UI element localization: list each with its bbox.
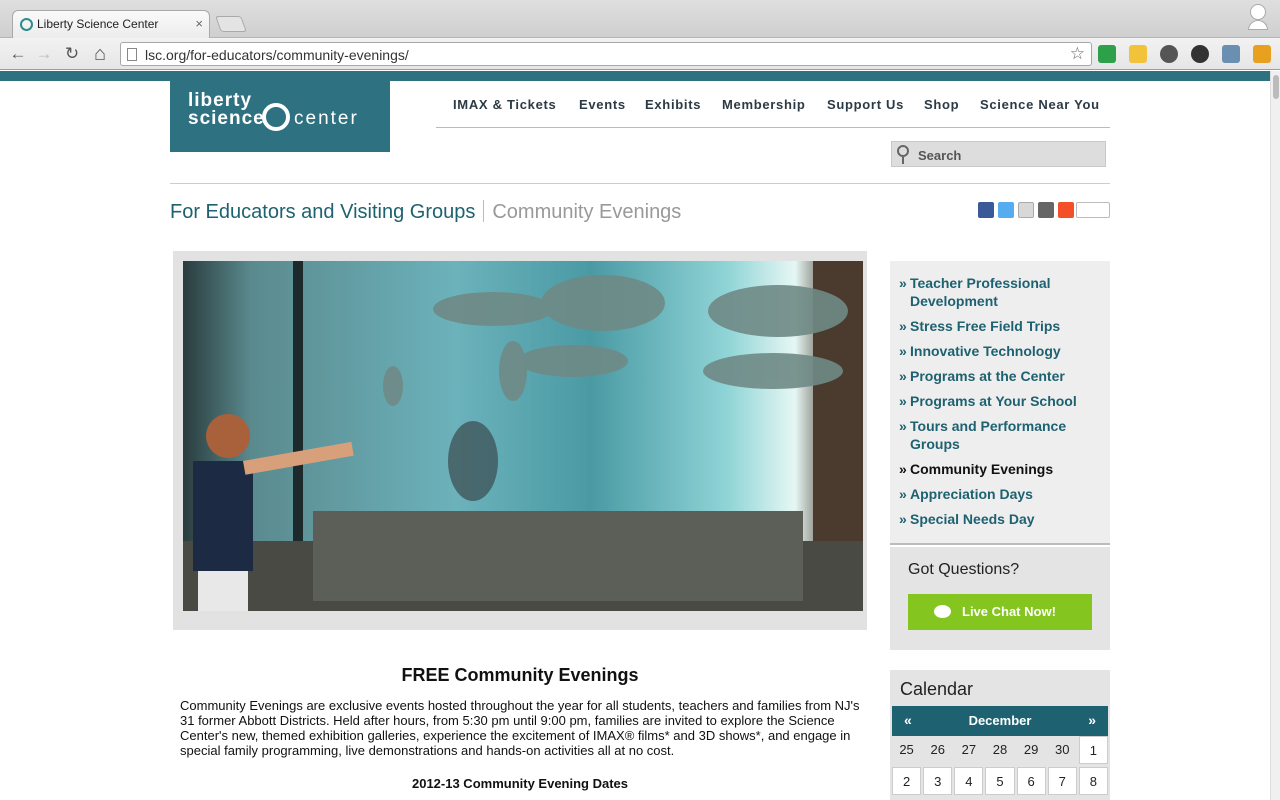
page-scrollbar[interactable] — [1270, 71, 1280, 800]
addthis-icon[interactable] — [1058, 202, 1074, 218]
site-favicon-icon — [20, 18, 33, 31]
page-icon — [127, 48, 137, 61]
sidebar-item-stress-free-field-trips[interactable]: » Stress Free Field Trips — [899, 317, 1100, 335]
calendar-day[interactable]: 2 — [892, 767, 922, 795]
content-heading: FREE Community Evenings — [401, 665, 639, 685]
calendar-day[interactable]: 27 — [954, 736, 983, 764]
extension-camera-icon[interactable] — [1222, 45, 1240, 63]
tab-close-icon[interactable]: × — [195, 16, 203, 31]
forward-button[interactable]: → — [34, 44, 54, 64]
calendar-prev-button[interactable]: « — [904, 712, 912, 728]
print-icon[interactable] — [1038, 202, 1054, 218]
nav-shop[interactable]: Shop — [924, 97, 959, 112]
address-url[interactable]: lsc.org/for-educators/community-evenings… — [145, 47, 409, 63]
aquarium-photo — [183, 261, 863, 611]
chat-bubble-icon — [934, 605, 951, 618]
settings-gear-icon[interactable] — [1160, 45, 1178, 63]
calendar-day[interactable]: 26 — [923, 736, 952, 764]
sidebar-item-community-evenings[interactable]: » Community Evenings — [899, 460, 1100, 478]
site-search-input[interactable]: Search — [891, 141, 1106, 167]
site-logo[interactable]: liberty science center — [170, 81, 390, 152]
dates-heading: 2012-13 Community Evening Dates — [411, 776, 629, 791]
address-bar[interactable]: lsc.org/for-educators/community-evenings… — [120, 42, 1092, 66]
sidebar-item-appreciation-days[interactable]: » Appreciation Days — [899, 485, 1100, 503]
calendar-day[interactable]: 1 — [1078, 736, 1108, 764]
extension-circle-icon[interactable] — [1191, 45, 1209, 63]
nav-exhibits[interactable]: Exhibits — [645, 97, 701, 112]
breadcrumb-section-link[interactable]: For Educators and Visiting Groups — [170, 201, 475, 223]
home-button[interactable]: ⌂ — [90, 44, 110, 64]
browser-tabstrip: Liberty Science Center × — [0, 0, 1280, 38]
reload-button[interactable]: ↻ — [62, 44, 82, 64]
extension-folder-icon[interactable] — [1129, 45, 1147, 63]
browser-toolbar: ← → ↻ ⌂ lsc.org/for-educators/community-… — [0, 38, 1280, 70]
nav-support-us[interactable]: Support Us — [827, 97, 904, 112]
nav-imax-tickets[interactable]: IMAX & Tickets — [453, 97, 556, 112]
browser-menu-icon[interactable] — [1253, 45, 1271, 63]
calendar-day[interactable]: 3 — [923, 767, 953, 795]
breadcrumb: For Educators and Visiting Groups Communi… — [170, 200, 681, 224]
sidebar-item-innovative-technology[interactable]: » Innovative Technology — [899, 342, 1100, 360]
calendar-header: December « » — [892, 706, 1108, 736]
sidebar-item-programs-at-your-school[interactable]: » Programs at Your School — [899, 392, 1100, 410]
content-paragraph: Community Evenings are exclusive events … — [180, 698, 860, 758]
profile-icon[interactable] — [1248, 4, 1268, 32]
logo-ring-icon — [262, 103, 290, 131]
tab-title: Liberty Science Center — [37, 17, 159, 31]
share-counter — [1076, 202, 1110, 218]
search-placeholder: Search — [918, 148, 962, 163]
section-sidebar-nav: » Teacher Professional Development » Stres… — [890, 261, 1110, 545]
calendar-day[interactable]: 8 — [1078, 767, 1108, 795]
twitter-icon[interactable] — [998, 202, 1014, 218]
calendar-day[interactable]: 5 — [985, 767, 1015, 795]
search-icon — [897, 145, 909, 164]
new-tab-button[interactable] — [215, 16, 247, 32]
live-chat-label: Live Chat Now! — [962, 604, 1056, 619]
browser-tab[interactable]: Liberty Science Center × — [12, 10, 210, 38]
bookmark-star-icon[interactable]: ☆ — [1070, 44, 1085, 64]
calendar-day[interactable]: 6 — [1016, 767, 1046, 795]
calendar-grid: 25 26 27 28 29 30 1 2 3 4 5 6 7 8 — [892, 736, 1108, 795]
calendar-widget: Calendar December « » 25 26 27 28 29 30 … — [890, 670, 1110, 800]
logo-word-science: science — [188, 108, 265, 129]
calendar-day[interactable]: 28 — [985, 736, 1014, 764]
calendar-day[interactable]: 29 — [1017, 736, 1046, 764]
sidebar-item-programs-at-the-center[interactable]: » Programs at the Center — [899, 367, 1100, 385]
calendar-title: Calendar — [900, 679, 974, 699]
facebook-icon[interactable] — [978, 202, 994, 218]
nav-science-near-you[interactable]: Science Near You — [980, 97, 1100, 112]
nav-events[interactable]: Events — [579, 97, 626, 112]
live-chat-button[interactable]: Live Chat Now! — [908, 594, 1092, 630]
header-divider — [170, 183, 1110, 184]
calendar-day[interactable]: 4 — [954, 767, 984, 795]
calendar-month: December — [968, 713, 1032, 728]
back-button[interactable]: ← — [8, 44, 28, 64]
calendar-day[interactable]: 7 — [1047, 767, 1077, 795]
sidebar-item-teacher-professional-development[interactable]: » Teacher Professional Development — [899, 274, 1100, 310]
main-navigation: IMAX & Tickets Events Exhibits Membershi… — [436, 96, 1110, 128]
calendar-day[interactable]: 25 — [892, 736, 921, 764]
email-icon[interactable] — [1018, 202, 1034, 218]
sidebar-item-special-needs-day[interactable]: » Special Needs Day — [899, 510, 1100, 528]
hero-image — [183, 261, 863, 611]
calendar-day[interactable]: 30 — [1048, 736, 1077, 764]
questions-panel: Got Questions? Live Chat Now! — [890, 547, 1110, 650]
sidebar-item-tours-and-performance-groups[interactable]: » Tours and Performance Groups — [899, 417, 1100, 453]
extension-green-icon[interactable] — [1098, 45, 1116, 63]
logo-word-center: center — [294, 108, 359, 129]
questions-title: Got Questions? — [908, 561, 1020, 578]
page-title: Community Evenings — [492, 201, 682, 223]
nav-membership[interactable]: Membership — [722, 97, 806, 112]
calendar-next-button[interactable]: » — [1088, 712, 1096, 728]
site-top-bar — [0, 71, 1280, 81]
